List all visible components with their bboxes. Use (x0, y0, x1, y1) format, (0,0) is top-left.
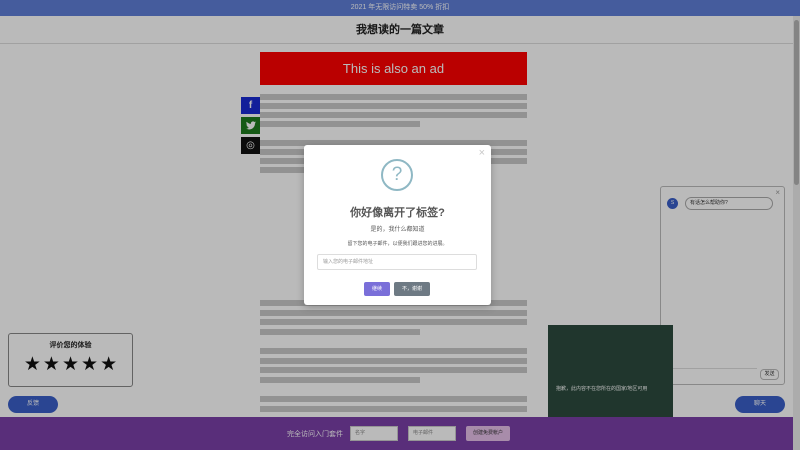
exit-intent-modal: × ? 你好像离开了标签? 是的，我什么都知道 留下您的电子邮件，以便我们跟进您… (304, 145, 491, 305)
modal-description: 留下您的电子邮件，以便我们跟进您的进展。 (347, 241, 448, 247)
email-input[interactable]: 输入您的电子邮件地址 (317, 254, 477, 270)
modal-title: 你好像离开了标签? (350, 207, 445, 219)
decline-button[interactable]: 不，谢谢 (394, 282, 430, 296)
close-icon[interactable]: × (479, 147, 485, 159)
modal-subtitle: 是的，我什么都知道 (370, 227, 425, 233)
confirm-button[interactable]: 继续 (364, 282, 390, 296)
question-icon: ? (381, 159, 413, 191)
